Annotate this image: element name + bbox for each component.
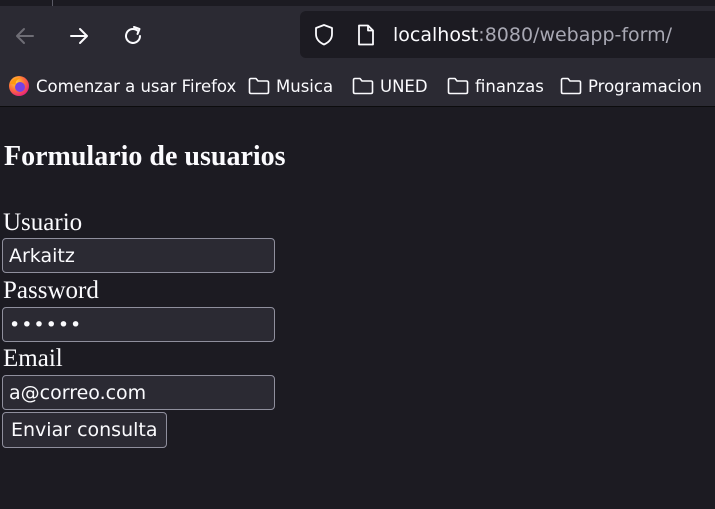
back-button[interactable] (9, 20, 41, 52)
email-input[interactable] (2, 375, 275, 410)
bookmark-label: Programacion (588, 76, 702, 96)
tracking-shield-icon[interactable] (312, 23, 336, 51)
tab-strip (0, 0, 715, 6)
address-bar[interactable]: localhost:8080/webapp-form/ (300, 11, 715, 58)
back-arrow-icon (13, 24, 37, 48)
folder-icon (248, 77, 270, 95)
tab-divider (52, 0, 53, 6)
url-text[interactable]: localhost:8080/webapp-form/ (393, 23, 672, 47)
bookmark-label: UNED (380, 76, 428, 96)
reload-button[interactable] (117, 20, 149, 52)
firefox-icon (8, 75, 30, 97)
bookmarks-bar: Comenzar a usar Firefox Musica UNED fina… (0, 68, 715, 107)
password-label: Password (3, 277, 99, 304)
submit-button[interactable]: Enviar consulta (2, 412, 167, 448)
email-label: Email (3, 345, 63, 372)
usuario-label: Usuario (3, 209, 83, 236)
bookmark-label: finanzas (475, 76, 544, 96)
folder-icon (447, 77, 469, 95)
folder-icon (352, 77, 374, 95)
page-content: Formulario de usuarios Usuario Password … (0, 107, 715, 509)
bookmark-label: Comenzar a usar Firefox (36, 76, 237, 96)
bookmark-label: Musica (276, 76, 334, 96)
folder-icon (560, 77, 582, 95)
bookmark-folder-finanzas[interactable]: finanzas (447, 68, 544, 104)
url-host: localhost (393, 24, 479, 46)
bookmark-folder-uned[interactable]: UNED (352, 68, 428, 104)
bookmark-comenzar-firefox[interactable]: Comenzar a usar Firefox (8, 68, 236, 104)
page-info-icon[interactable] (356, 24, 376, 50)
password-input[interactable] (2, 307, 275, 342)
forward-arrow-icon (67, 24, 91, 48)
page-title: Formulario de usuarios (4, 141, 286, 172)
bookmark-folder-programacion[interactable]: Programacion (560, 68, 702, 104)
bookmark-folder-musica[interactable]: Musica (248, 68, 333, 104)
browser-toolbar: localhost:8080/webapp-form/ (0, 0, 715, 68)
usuario-input[interactable] (2, 238, 275, 273)
reload-icon (121, 24, 145, 48)
url-path: :8080/webapp-form/ (478, 24, 673, 46)
forward-button[interactable] (63, 20, 95, 52)
